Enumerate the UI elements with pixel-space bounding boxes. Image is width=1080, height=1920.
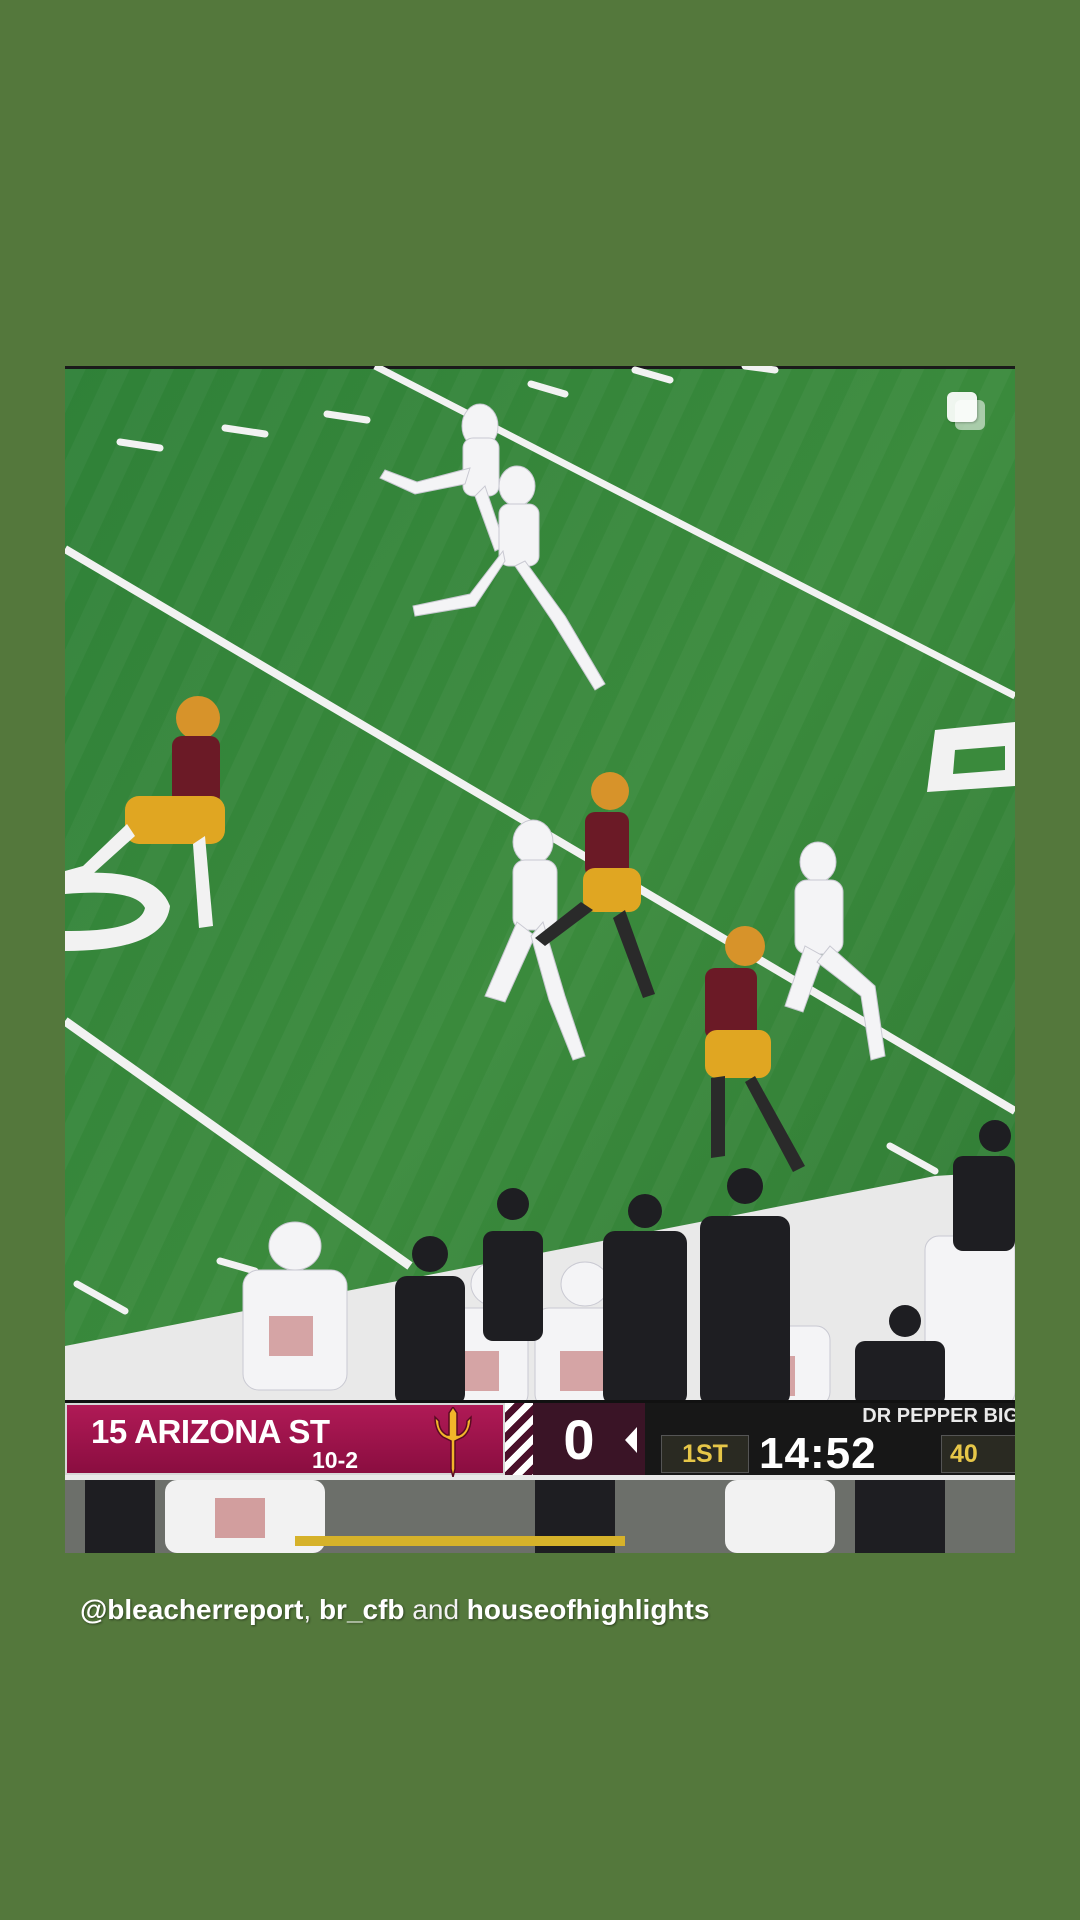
play-clock: 40	[950, 1440, 978, 1468]
pitchfork-logo-icon	[434, 1407, 472, 1477]
scorebug-stripes	[505, 1403, 533, 1475]
team-record: 10-2	[312, 1447, 359, 1473]
caption-user-link[interactable]: houseofhighlights	[467, 1594, 710, 1625]
caption-user-link[interactable]: br_cfb	[319, 1594, 405, 1625]
score-box: 0	[533, 1403, 645, 1475]
football-field-image	[65, 366, 1015, 1553]
carousel-multiple-icon	[947, 392, 989, 434]
play-clock-box: 40	[941, 1435, 1015, 1473]
quarter: 1ST	[682, 1440, 728, 1468]
game-clock: 14:52	[759, 1429, 877, 1475]
post-caption: @bleacherreport, br_cfb and houseofhighl…	[80, 1594, 709, 1626]
scorebug: 15 ARIZONA ST 10-2 0 DR PEPPER BIG 1ST 1…	[65, 1400, 1015, 1480]
caption-user-link[interactable]: @bleacherreport	[80, 1594, 303, 1625]
caption-separator: ,	[303, 1594, 312, 1625]
team-score: 0	[563, 1408, 595, 1471]
post-media[interactable]: 15 ARIZONA ST 10-2 0 DR PEPPER BIG 1ST 1…	[65, 366, 1015, 1553]
quarter-box: 1ST	[661, 1435, 749, 1473]
bowl-name: DR PEPPER BIG	[862, 1405, 1015, 1427]
possession-arrow-icon	[625, 1427, 637, 1453]
team-panel: 15 ARIZONA ST 10-2	[65, 1403, 505, 1477]
caption-conjunction: and	[412, 1594, 460, 1625]
game-info-panel: DR PEPPER BIG 1ST 14:52 40	[645, 1403, 1015, 1475]
team-name: 15 ARIZONA ST	[91, 1413, 330, 1450]
